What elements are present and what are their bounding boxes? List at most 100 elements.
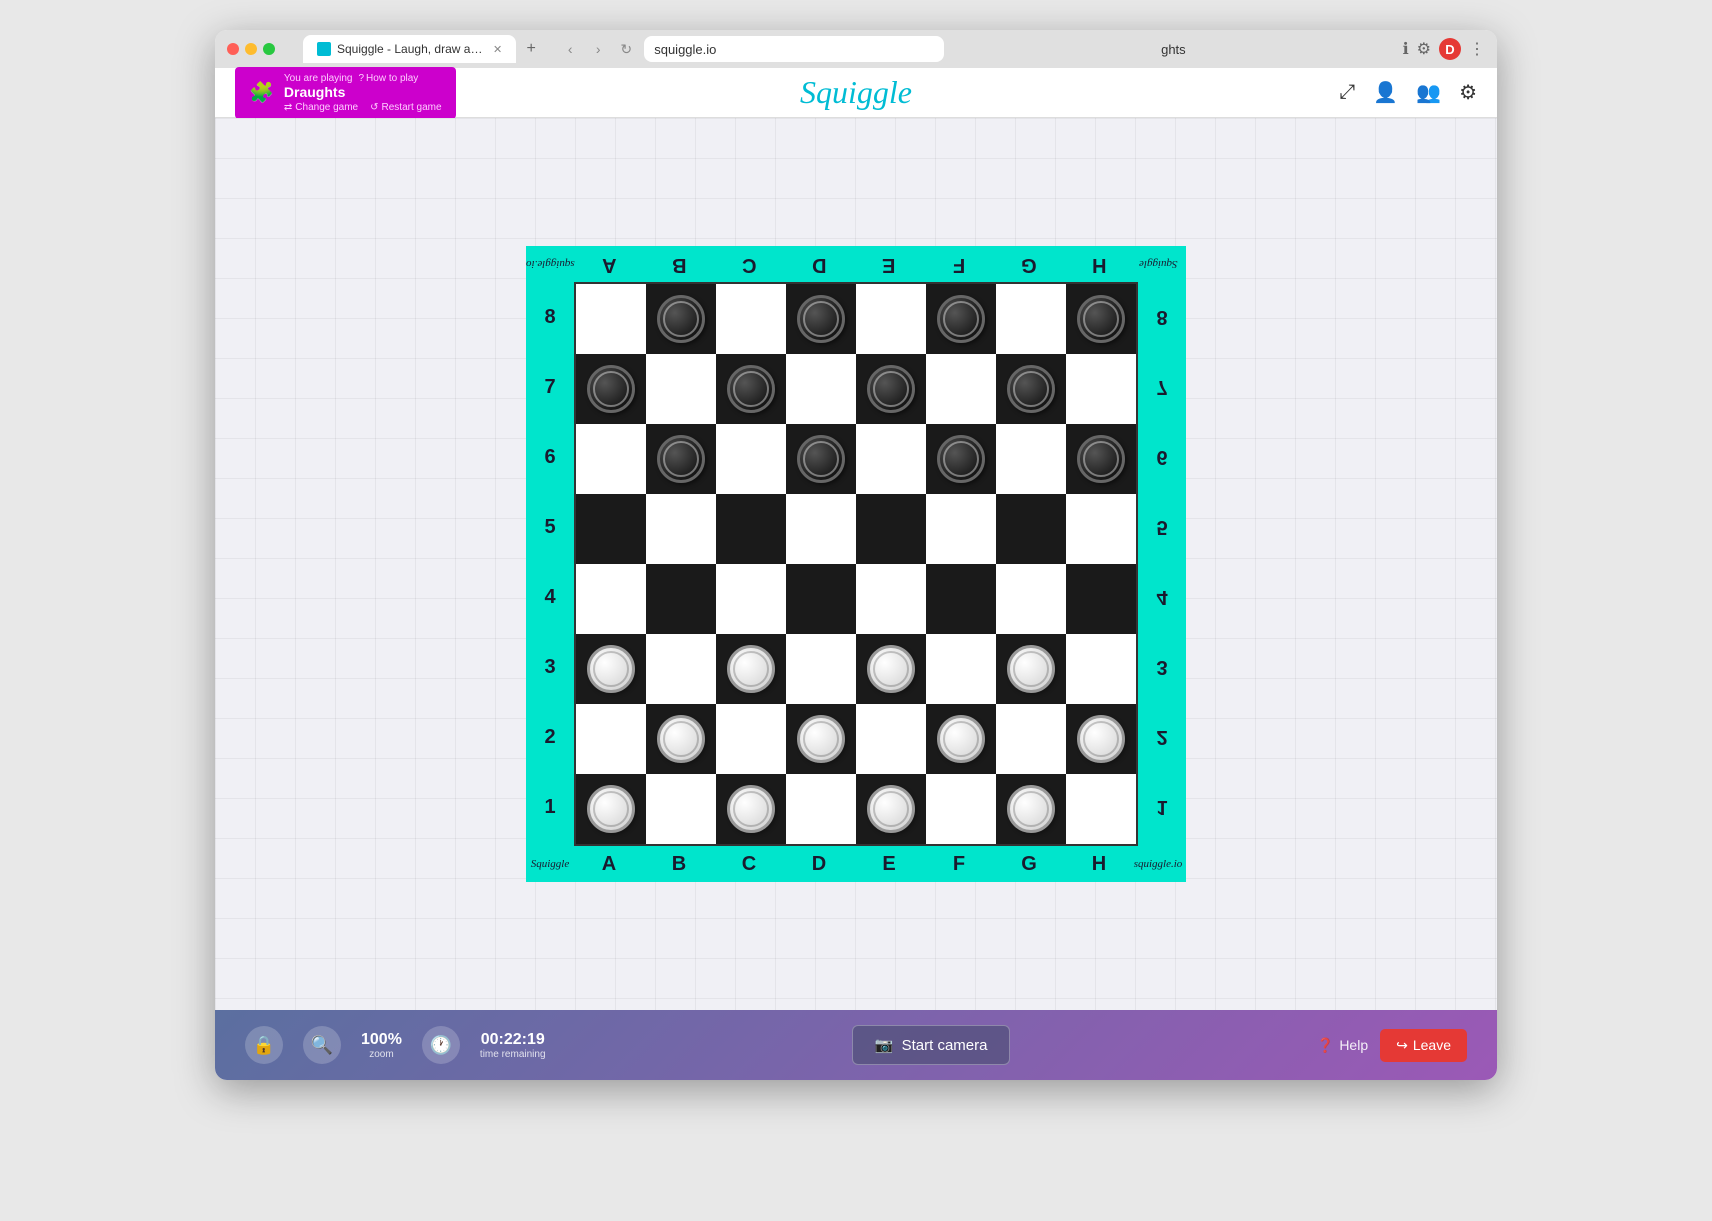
cell-d1[interactable] <box>786 774 856 844</box>
change-game-link[interactable]: ⇄ Change game <box>284 102 358 113</box>
restart-game-link[interactable]: ↺ Restart game <box>370 102 441 113</box>
cell-f3[interactable] <box>926 634 996 704</box>
white-piece-a1 <box>587 785 635 833</box>
corner-top-left: squiggle.io <box>526 258 574 270</box>
cell-c8[interactable] <box>716 284 786 354</box>
lock-button[interactable]: 🔒 <box>245 1026 283 1064</box>
cell-f2[interactable] <box>926 704 996 774</box>
cell-h7[interactable] <box>1066 354 1136 424</box>
cell-h5[interactable] <box>1066 494 1136 564</box>
cell-g7[interactable] <box>996 354 1066 424</box>
cell-b3[interactable] <box>646 634 716 704</box>
address-bar[interactable]: squiggle.io <box>644 36 944 62</box>
cell-g2[interactable] <box>996 704 1066 774</box>
cell-a7[interactable] <box>576 354 646 424</box>
cell-g4[interactable] <box>996 564 1066 634</box>
search-button[interactable]: 🔍 <box>303 1026 341 1064</box>
white-piece-e3 <box>867 645 915 693</box>
cell-e1[interactable] <box>856 774 926 844</box>
cell-a5[interactable] <box>576 494 646 564</box>
maximize-button[interactable] <box>263 43 275 55</box>
cell-e8[interactable] <box>856 284 926 354</box>
cell-c4[interactable] <box>716 564 786 634</box>
cell-d8[interactable] <box>786 284 856 354</box>
minimize-button[interactable] <box>245 43 257 55</box>
cell-d7[interactable] <box>786 354 856 424</box>
cell-b4[interactable] <box>646 564 716 634</box>
cell-e2[interactable] <box>856 704 926 774</box>
add-player-icon[interactable]: 👤 <box>1373 80 1398 105</box>
cell-d3[interactable] <box>786 634 856 704</box>
cell-a1[interactable] <box>576 774 646 844</box>
cell-a2[interactable] <box>576 704 646 774</box>
cell-c7[interactable] <box>716 354 786 424</box>
cell-d2[interactable] <box>786 704 856 774</box>
cell-f8[interactable] <box>926 284 996 354</box>
omnibox[interactable]: ghts <box>973 42 1373 57</box>
cell-e3[interactable] <box>856 634 926 704</box>
active-tab[interactable]: Squiggle - Laugh, draw and pl... ✕ <box>303 35 516 63</box>
cell-e6[interactable] <box>856 424 926 494</box>
close-button[interactable] <box>227 43 239 55</box>
how-to-play-link[interactable]: ? How to play <box>358 73 418 84</box>
cell-b8[interactable] <box>646 284 716 354</box>
white-piece-d2 <box>797 715 845 763</box>
profile-icon[interactable]: D <box>1439 38 1461 60</box>
cell-a3[interactable] <box>576 634 646 704</box>
reload-button[interactable]: ↻ <box>616 39 636 59</box>
leave-button[interactable]: ↪ Leave <box>1380 1029 1467 1062</box>
cell-g1[interactable] <box>996 774 1066 844</box>
forward-button[interactable]: › <box>588 39 608 59</box>
corner-top-right: Squiggle <box>1134 258 1182 270</box>
cell-g3[interactable] <box>996 634 1066 704</box>
extensions-icon[interactable]: ⚙ <box>1417 39 1431 59</box>
cell-c5[interactable] <box>716 494 786 564</box>
cell-f6[interactable] <box>926 424 996 494</box>
cell-d5[interactable] <box>786 494 856 564</box>
cell-h4[interactable] <box>1066 564 1136 634</box>
back-button[interactable]: ‹ <box>560 39 580 59</box>
cell-a4[interactable] <box>576 564 646 634</box>
start-camera-button[interactable]: 📷 Start camera <box>852 1025 1011 1065</box>
browser-titlebar: Squiggle - Laugh, draw and pl... ✕ + ‹ ›… <box>215 30 1497 68</box>
cell-b6[interactable] <box>646 424 716 494</box>
cell-f7[interactable] <box>926 354 996 424</box>
cell-d4[interactable] <box>786 564 856 634</box>
cell-b1[interactable] <box>646 774 716 844</box>
new-tab-button[interactable]: + <box>520 38 542 60</box>
cell-f5[interactable] <box>926 494 996 564</box>
cell-a6[interactable] <box>576 424 646 494</box>
col-label-e-top: E <box>854 253 924 276</box>
cell-h8[interactable] <box>1066 284 1136 354</box>
cell-c6[interactable] <box>716 424 786 494</box>
cell-g6[interactable] <box>996 424 1066 494</box>
cell-h6[interactable] <box>1066 424 1136 494</box>
cell-d6[interactable] <box>786 424 856 494</box>
cell-f1[interactable] <box>926 774 996 844</box>
players-icon[interactable]: 👥 <box>1416 80 1441 105</box>
cell-b5[interactable] <box>646 494 716 564</box>
cell-e5[interactable] <box>856 494 926 564</box>
cell-h2[interactable] <box>1066 704 1136 774</box>
black-piece-h6 <box>1077 435 1125 483</box>
cell-e7[interactable] <box>856 354 926 424</box>
cell-h1[interactable] <box>1066 774 1136 844</box>
cell-g8[interactable] <box>996 284 1066 354</box>
cell-c1[interactable] <box>716 774 786 844</box>
menu-icon[interactable]: ⋮ <box>1469 39 1485 59</box>
cell-b2[interactable] <box>646 704 716 774</box>
cell-a8[interactable] <box>576 284 646 354</box>
cell-h3[interactable] <box>1066 634 1136 704</box>
help-button[interactable]: ❓ Help <box>1317 1037 1368 1054</box>
cell-c2[interactable] <box>716 704 786 774</box>
cell-f4[interactable] <box>926 564 996 634</box>
timer-button[interactable]: 🕐 <box>422 1026 460 1064</box>
tab-close-icon[interactable]: ✕ <box>493 43 502 56</box>
cell-e4[interactable] <box>856 564 926 634</box>
cell-g5[interactable] <box>996 494 1066 564</box>
shrink-icon[interactable]: ⤢ <box>1339 81 1355 104</box>
settings-icon[interactable]: ⚙ <box>1459 80 1477 105</box>
cell-b7[interactable] <box>646 354 716 424</box>
cell-c3[interactable] <box>716 634 786 704</box>
info-icon[interactable]: ℹ <box>1403 39 1409 59</box>
